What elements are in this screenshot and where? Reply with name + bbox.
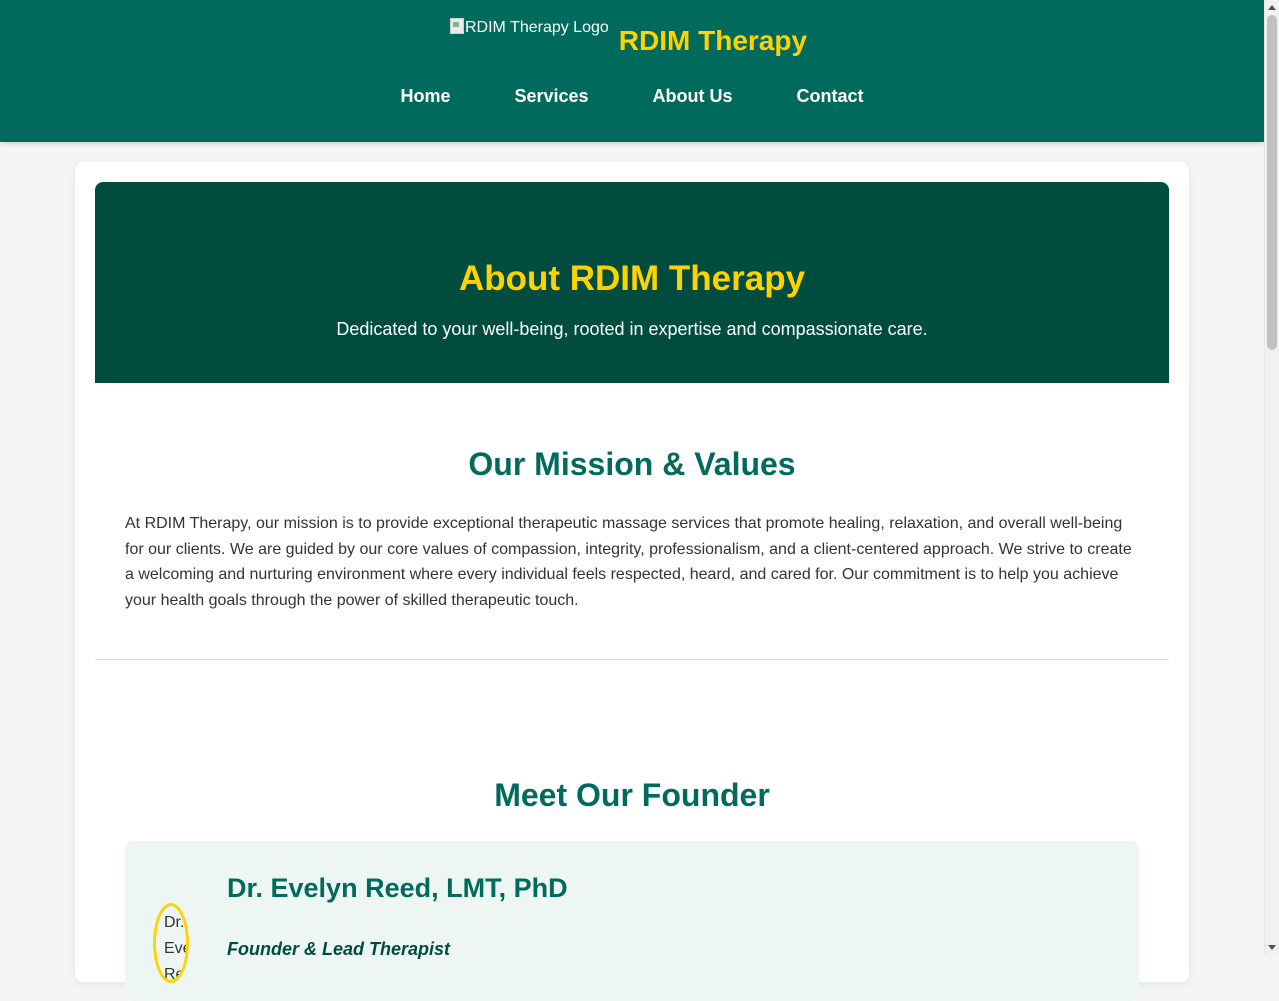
page-title: About RDIM Therapy [458,259,806,298]
nav-home[interactable]: Home [400,84,450,108]
brand[interactable]: RDIM Therapy Logo RDIM Therapy [450,16,807,66]
founder-name: Dr. Evelyn Reed, LMT, PhD [227,873,568,903]
broken-image-icon [450,18,464,34]
site-title[interactable]: RDIM Therapy [619,16,807,66]
site-header: RDIM Therapy Logo RDIM Therapy Home Serv… [0,0,1264,142]
about-hero: About RDIM Therapy Dedicated to your wel… [95,182,1169,383]
mission-paragraph: At RDIM Therapy, our mission is to provi… [125,515,1132,609]
scroll-up-arrow-icon[interactable] [1268,5,1276,10]
content-card: About RDIM Therapy Dedicated to your wel… [75,162,1189,1001]
founder-role: Founder & Lead Therapist [227,939,451,959]
nav-services[interactable]: Services [514,84,588,108]
section-divider [95,659,1169,660]
nav-about-us[interactable]: About Us [653,84,733,108]
hero-subtitle: Dedicated to your well-being, rooted in … [336,319,928,339]
founder-photo-alt: Dr. Evelyn Reed [164,914,189,983]
mission-heading: Our Mission & Values [468,446,796,482]
vertical-scrollbar[interactable] [1264,0,1279,955]
founder-profile-card: Dr. Evelyn Reed Dr. Evelyn Reed, LMT, Ph… [125,841,1139,1001]
founder-avatar: Dr. Evelyn Reed [153,903,189,983]
main-nav: Home Services About Us Contact [0,84,1264,108]
nav-contact[interactable]: Contact [797,84,864,108]
founder-heading: Meet Our Founder [494,777,770,813]
logo-alt-text: RDIM Therapy Logo [465,19,609,36]
scroll-down-arrow-icon[interactable] [1268,945,1276,950]
site-logo[interactable]: RDIM Therapy Logo [450,16,609,40]
scrollbar-thumb[interactable] [1267,15,1277,350]
